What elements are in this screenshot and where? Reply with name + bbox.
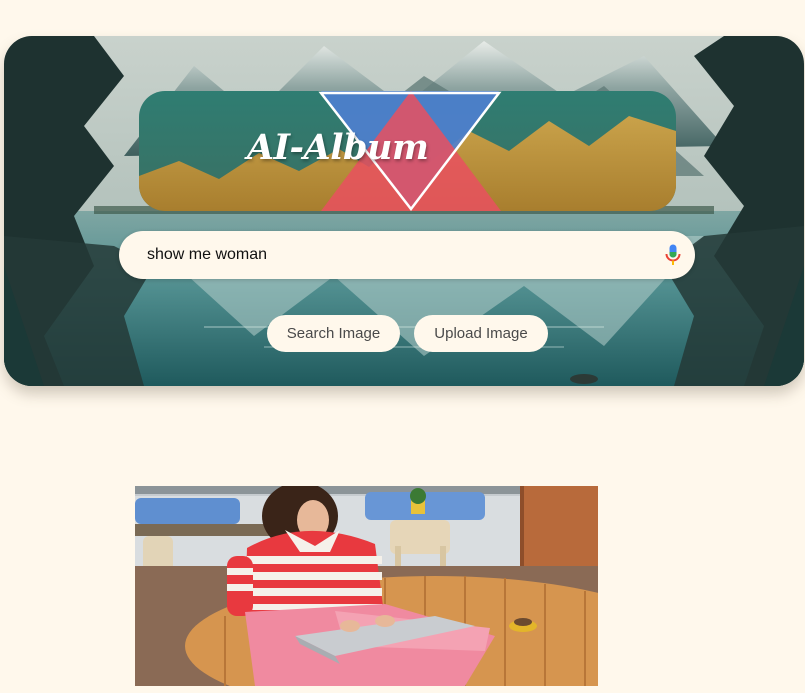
app-title: AI-Album xyxy=(247,127,429,168)
hero-background-image xyxy=(4,36,804,386)
page: AI-Album Search Image Upload Image xyxy=(0,0,805,693)
search-image-button[interactable]: Search Image xyxy=(267,315,400,352)
result-image[interactable] xyxy=(135,486,598,686)
microphone-icon[interactable] xyxy=(665,244,681,266)
search-bar xyxy=(119,231,695,279)
upload-image-button[interactable]: Upload Image xyxy=(414,315,548,352)
search-input[interactable] xyxy=(147,231,637,279)
app-banner: AI-Album xyxy=(139,91,676,211)
hero-panel: AI-Album Search Image Upload Image xyxy=(4,36,804,386)
